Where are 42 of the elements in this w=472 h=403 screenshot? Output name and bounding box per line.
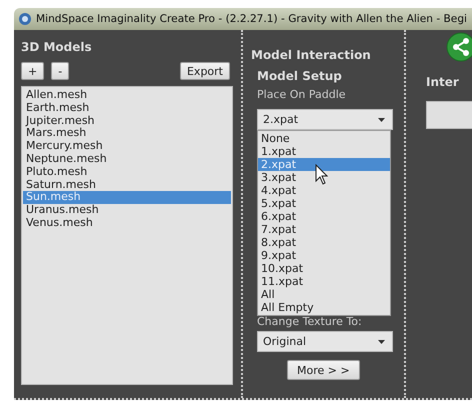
share-icon[interactable] [446,32,472,62]
toolbar-button[interactable]: - [51,62,70,80]
window-title: MindSpace Imaginality Create Pro - (2.2.27.1) - Gravity with Allen the Alien - Begi [36,13,467,25]
caret-icon [378,340,385,344]
list-item[interactable]: Neptune.mesh [23,152,231,166]
dropdown-option[interactable]: 3.xpat [258,171,390,184]
dropdown-option[interactable]: All Empty [258,301,390,314]
paddle-dropdown[interactable]: 2.xpat [257,109,393,130]
subsection-heading: Model Setup [257,69,343,83]
dropdown-option[interactable]: 1.xpat [258,145,390,158]
list-item[interactable]: Earth.mesh [23,102,231,115]
dropdown-option[interactable]: All [258,288,390,301]
list-item[interactable]: Allen.mesh [23,89,231,102]
dropdown-option[interactable]: 6.xpat [258,210,390,223]
panel-heading: 3D Models [21,40,93,54]
field-label: Change Texture To: [257,315,363,328]
export-button[interactable]: Export [180,62,230,80]
field-label: Place On Paddle [257,88,347,101]
app-icon [18,12,32,26]
caret-icon [378,118,385,122]
section-heading: Model Interaction [251,48,372,62]
dropdown-option[interactable]: 9.xpat [258,249,390,262]
texture-dropdown[interactable]: Original [257,331,393,352]
dropdown-option[interactable]: 8.xpat [258,236,390,249]
dropdown-option[interactable]: 11.xpat [258,275,390,288]
list-item[interactable]: Pluto.mesh [23,166,231,179]
list-item[interactable]: Saturn.mesh [23,178,231,192]
mouse-pointer-icon [315,164,328,185]
toolbar-button[interactable]: + [21,62,44,80]
dropdown-option[interactable]: 4.xpat [258,184,390,197]
dropdown-option[interactable]: None [258,132,390,145]
section-heading: Inter [426,75,460,89]
list-item[interactable]: Mercury.mesh [23,140,231,153]
dropdown-option[interactable]: 7.xpat [258,223,390,236]
dropdown-option[interactable]: 5.xpat [258,197,390,210]
list-item[interactable]: Mars.mesh [23,127,231,140]
dropdown-option[interactable]: 10.xpat [258,262,390,275]
panel-box [426,101,472,129]
list-item[interactable]: Venus.mesh [23,216,231,230]
more-button[interactable]: More > > [287,360,360,380]
list-item[interactable]: Uranus.mesh [23,204,231,217]
list-item[interactable]: Jupiter.mesh [23,114,231,128]
